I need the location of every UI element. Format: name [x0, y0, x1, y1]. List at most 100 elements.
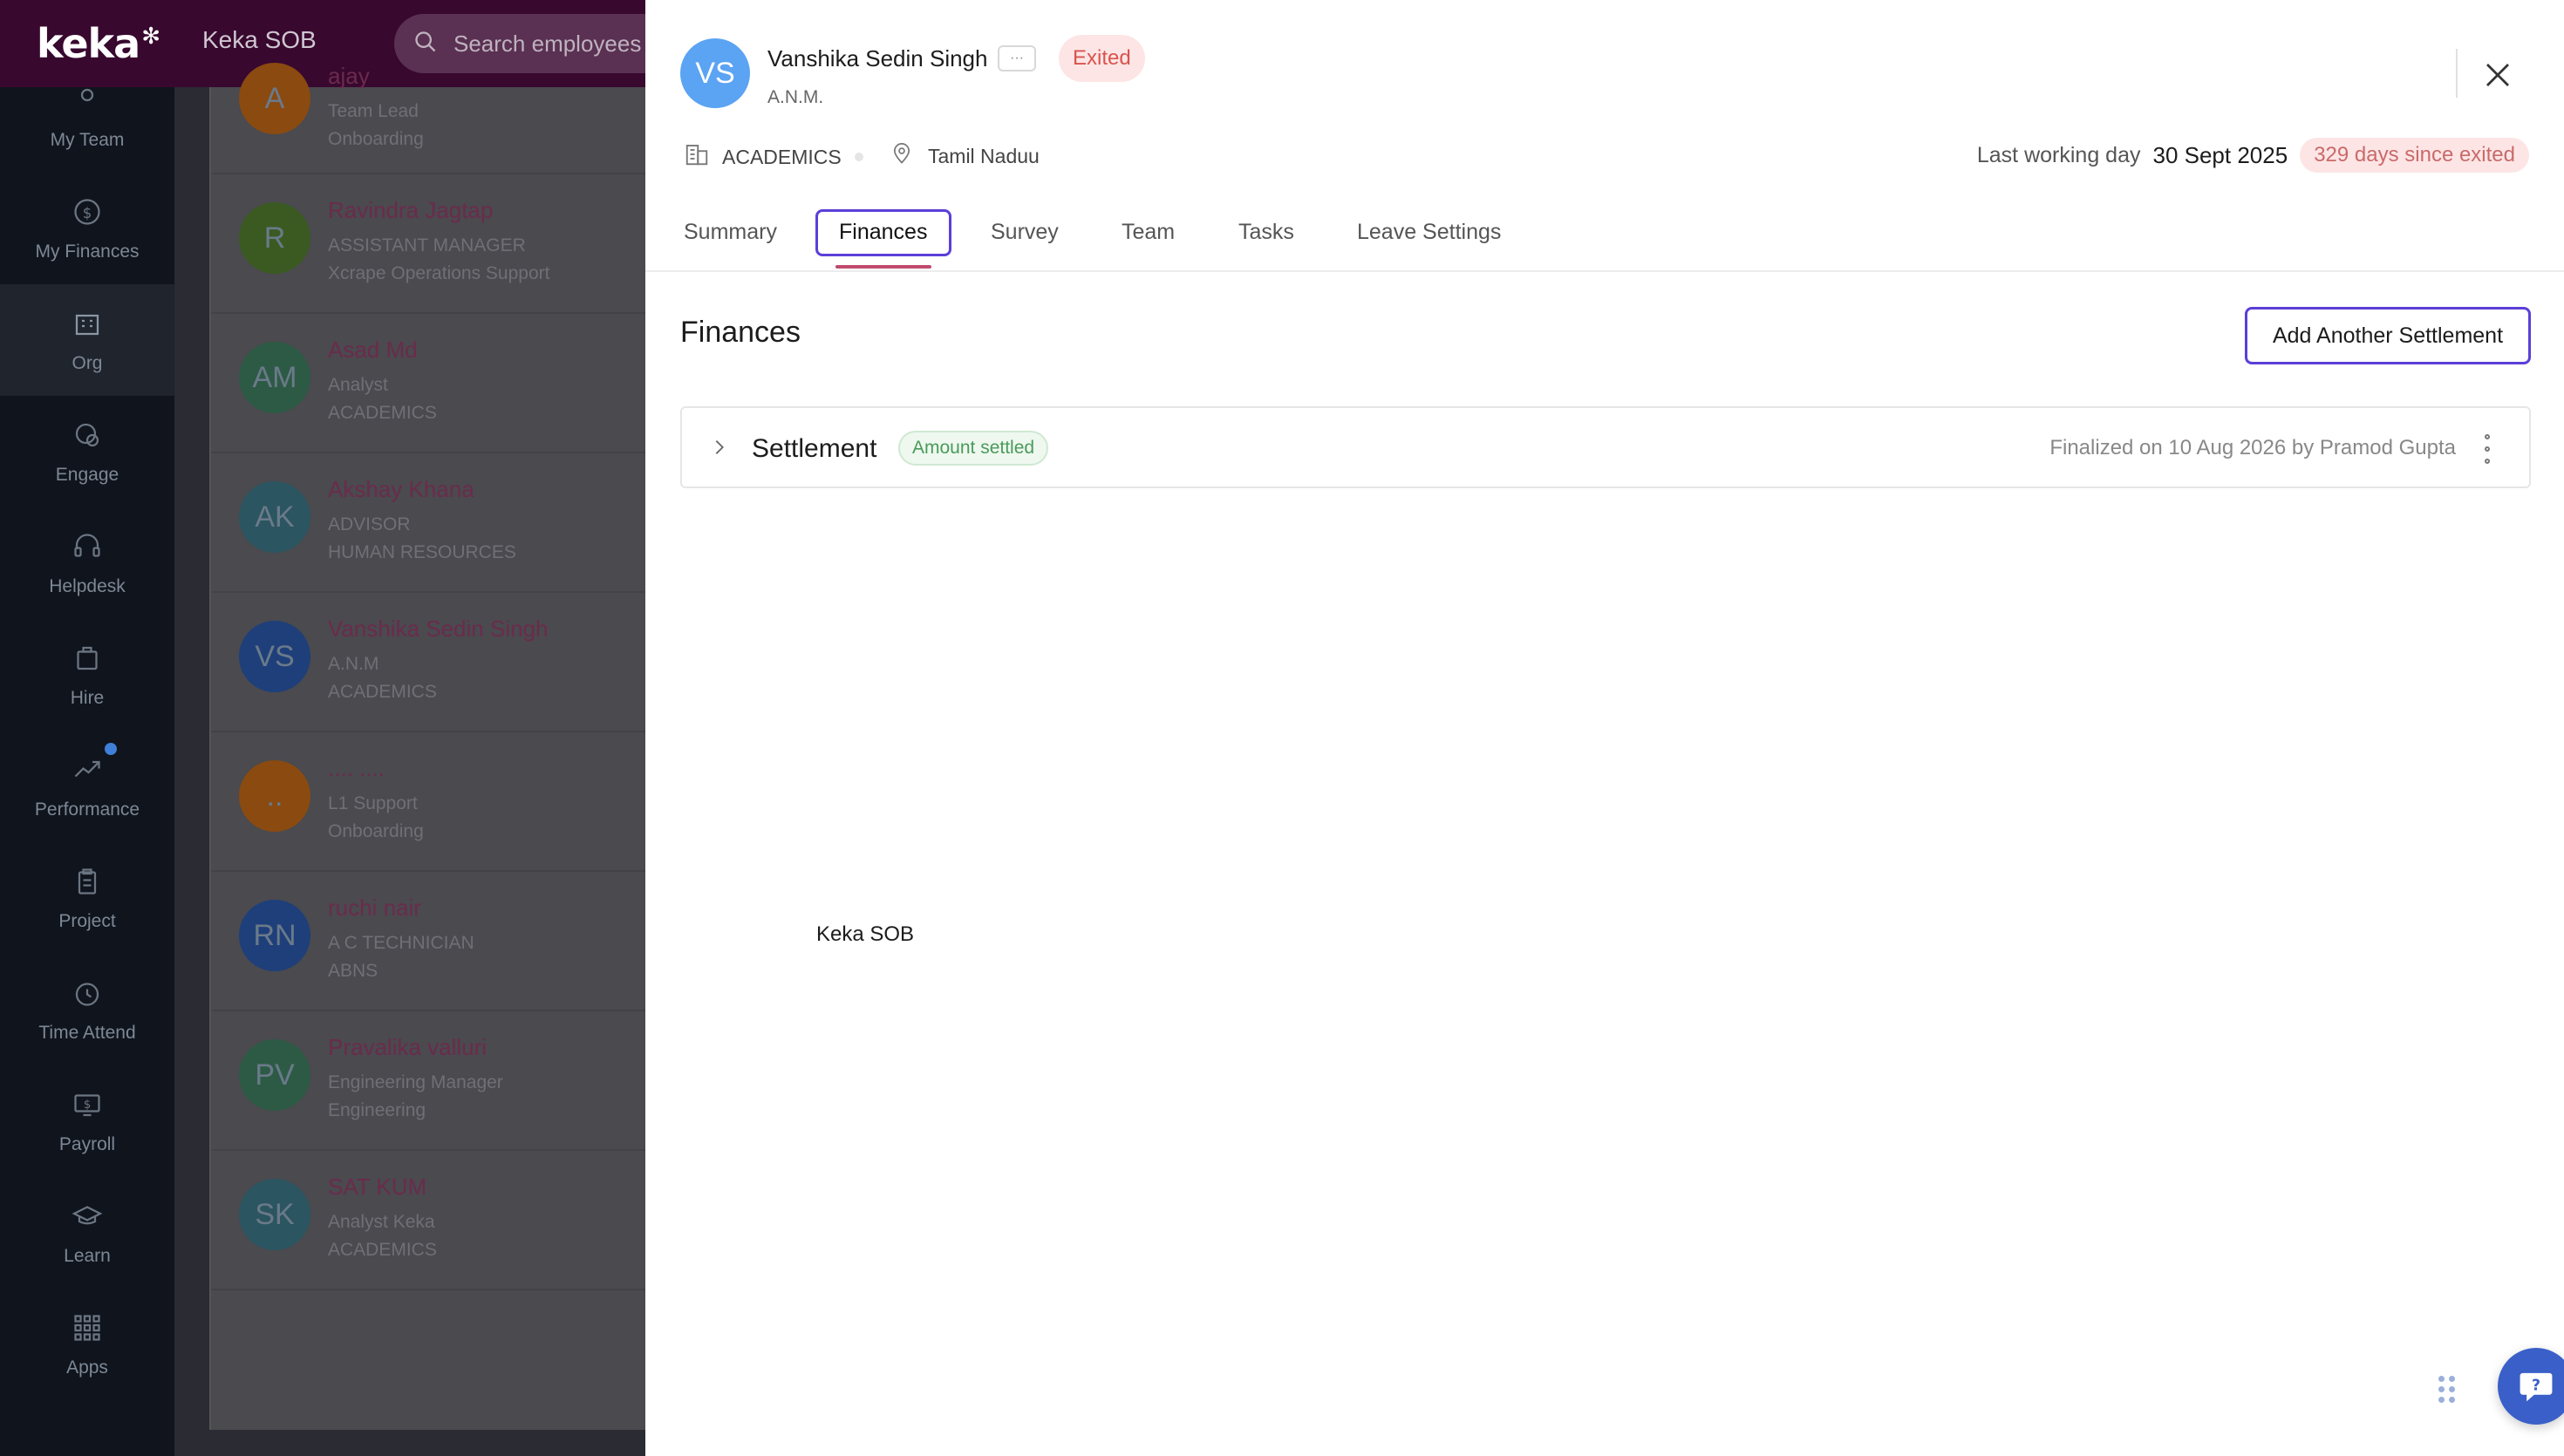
- sidebar-item-label: My Team: [50, 130, 125, 150]
- status-badge: Exited: [1059, 35, 1145, 82]
- avatar: A: [239, 63, 310, 134]
- employee-role: Analyst Keka: [328, 1212, 435, 1232]
- location-pin-icon: [890, 141, 914, 171]
- svg-text:$: $: [84, 1098, 92, 1112]
- last-working-day-value: 30 Sept 2025: [2152, 141, 2288, 168]
- tab-survey[interactable]: Survey: [991, 220, 1059, 245]
- drag-handle-icon[interactable]: [2438, 1376, 2455, 1403]
- sidebar-item-project[interactable]: Project: [0, 842, 174, 954]
- list-item[interactable]: SK SAT KUM Analyst Keka ACADEMICS: [211, 1151, 665, 1290]
- settlement-card[interactable]: Settlement Amount settled Finalized on 1…: [680, 406, 2531, 488]
- sidebar-item-hire[interactable]: Hire: [0, 619, 174, 731]
- active-tab-indicator: [835, 265, 931, 269]
- help-chat-button[interactable]: ?: [2498, 1348, 2564, 1425]
- employee-name: .... ....: [328, 755, 385, 781]
- kebab-menu-icon[interactable]: [2477, 434, 2498, 464]
- notification-dot: [105, 743, 117, 755]
- sidebar-item-org[interactable]: Org: [0, 284, 174, 396]
- employee-drawer: VS Vanshika Sedin Singh ··· Exited A.N.M…: [645, 0, 2564, 1456]
- apps-grid-icon: [70, 1310, 105, 1345]
- tab-team[interactable]: Team: [1122, 220, 1175, 245]
- list-item[interactable]: AM Asad Md Analyst ACADEMICS: [211, 314, 665, 453]
- avatar: RN: [239, 900, 310, 971]
- last-working-day: Last working day 30 Sept 2025 329 days s…: [1977, 138, 2529, 173]
- employee-name: Pravalika valluri: [328, 1034, 488, 1060]
- employee-dept: ACADEMICS: [328, 1240, 437, 1260]
- sidebar-item-my-finances[interactable]: $ My Finances: [0, 173, 174, 284]
- list-item[interactable]: RN ruchi nair A C TECHNICIAN ABNS: [211, 872, 665, 1011]
- department-meta: ACADEMICS: [684, 141, 842, 173]
- tab-finances[interactable]: Finances: [839, 220, 927, 245]
- settlement-title: Settlement: [752, 434, 877, 463]
- clipboard-icon: [70, 864, 105, 899]
- employee-role: L1 Support: [328, 793, 418, 813]
- sidebar-item-engage[interactable]: Engage: [0, 396, 174, 507]
- employee-dept: HUMAN RESOURCES: [328, 542, 516, 562]
- list-item[interactable]: R Ravindra Jagtap ASSISTANT MANAGER Xcra…: [211, 174, 665, 314]
- sidebar-item-learn[interactable]: Learn: [0, 1177, 174, 1289]
- sidebar-item-payroll[interactable]: $ Payroll: [0, 1065, 174, 1177]
- add-another-settlement-button[interactable]: Add Another Settlement: [2245, 307, 2531, 364]
- sidebar-item-label: Time Attend: [38, 1023, 136, 1043]
- employee-role: ADVISOR: [328, 514, 411, 534]
- graduation-cap-icon: [70, 1199, 105, 1234]
- employee-role: Team Lead: [328, 101, 419, 121]
- list-item[interactable]: A ajay Team Lead Onboarding: [211, 35, 665, 174]
- expand-chevron-icon[interactable]: [706, 434, 733, 460]
- sidebar-item-time-attend[interactable]: Time Attend: [0, 954, 174, 1065]
- clock-icon: [70, 976, 105, 1010]
- finalized-info: Finalized on 10 Aug 2026 by Pramod Gupta: [2049, 436, 2456, 459]
- briefcase-icon: [70, 641, 105, 676]
- list-item[interactable]: .. .... .... L1 Support Onboarding: [211, 732, 665, 872]
- sidebar-item-apps[interactable]: Apps: [0, 1289, 174, 1400]
- tab-leave-settings[interactable]: Leave Settings: [1357, 220, 1501, 245]
- employee-dept: Engineering: [328, 1100, 426, 1120]
- days-since-exit-badge: 329 days since exited: [2300, 138, 2529, 173]
- location-meta: Tamil Naduu: [890, 141, 1040, 171]
- help-label: ?: [2532, 1377, 2540, 1394]
- employee-name: Vanshika Sedin Singh: [328, 616, 549, 642]
- employee-role: A C TECHNICIAN: [328, 933, 474, 953]
- avatar: SK: [239, 1179, 310, 1250]
- sidebar: My Team $ My Finances Org Engage Helpdes…: [0, 87, 174, 1456]
- sidebar-item-label: Apps: [66, 1357, 108, 1378]
- sidebar-item-label: Performance: [34, 799, 140, 820]
- chat-help-icon: ?: [2520, 1372, 2553, 1402]
- list-item[interactable]: AK Akshay Khana ADVISOR HUMAN RESOURCES: [211, 453, 665, 593]
- sidebar-item-label: Engage: [55, 465, 119, 485]
- sidebar-item-label: Org: [72, 353, 103, 373]
- monitor-dollar-icon: $: [70, 1087, 105, 1122]
- building-icon: [70, 306, 105, 341]
- engage-icon: [70, 418, 105, 452]
- employee-name: ruchi nair: [328, 895, 421, 921]
- avatar: AK: [239, 481, 310, 553]
- employee-name: Ravindra Jagtap: [328, 197, 494, 223]
- tab-bar: Summary Finances Survey Team Tasks Leave…: [645, 209, 2564, 272]
- header-divider: [2456, 49, 2458, 98]
- sidebar-item-label: Hire: [70, 688, 105, 708]
- more-options-button[interactable]: ···: [998, 45, 1036, 71]
- close-button[interactable]: [2473, 51, 2522, 99]
- team-icon: [70, 83, 105, 118]
- avatar: AM: [239, 342, 310, 413]
- list-item[interactable]: PV Pravalika valluri Engineering Manager…: [211, 1011, 665, 1151]
- employee-role: Engineering Manager: [328, 1072, 503, 1092]
- sidebar-item-my-team[interactable]: My Team: [0, 61, 174, 173]
- dollar-icon: $: [70, 194, 105, 229]
- building-icon: [684, 141, 710, 173]
- employee-name: ajay: [328, 63, 370, 89]
- avatar: R: [239, 202, 310, 274]
- employee-role: Analyst: [328, 375, 388, 395]
- sidebar-item-performance[interactable]: Performance: [0, 731, 174, 842]
- sidebar-item-helpdesk[interactable]: Helpdesk: [0, 507, 174, 619]
- headset-icon: [70, 529, 105, 564]
- list-item[interactable]: VS Vanshika Sedin Singh A.N.M ACADEMICS: [211, 593, 665, 732]
- logo-mark-icon: ✻: [141, 22, 160, 49]
- sidebar-item-label: Helpdesk: [49, 576, 126, 596]
- logo-text: keka: [37, 20, 140, 67]
- avatar: PV: [239, 1039, 310, 1111]
- tab-tasks[interactable]: Tasks: [1238, 220, 1294, 245]
- employee-name: Akshay Khana: [328, 476, 474, 502]
- employee-role: A.N.M: [328, 654, 379, 674]
- tab-summary[interactable]: Summary: [684, 220, 777, 245]
